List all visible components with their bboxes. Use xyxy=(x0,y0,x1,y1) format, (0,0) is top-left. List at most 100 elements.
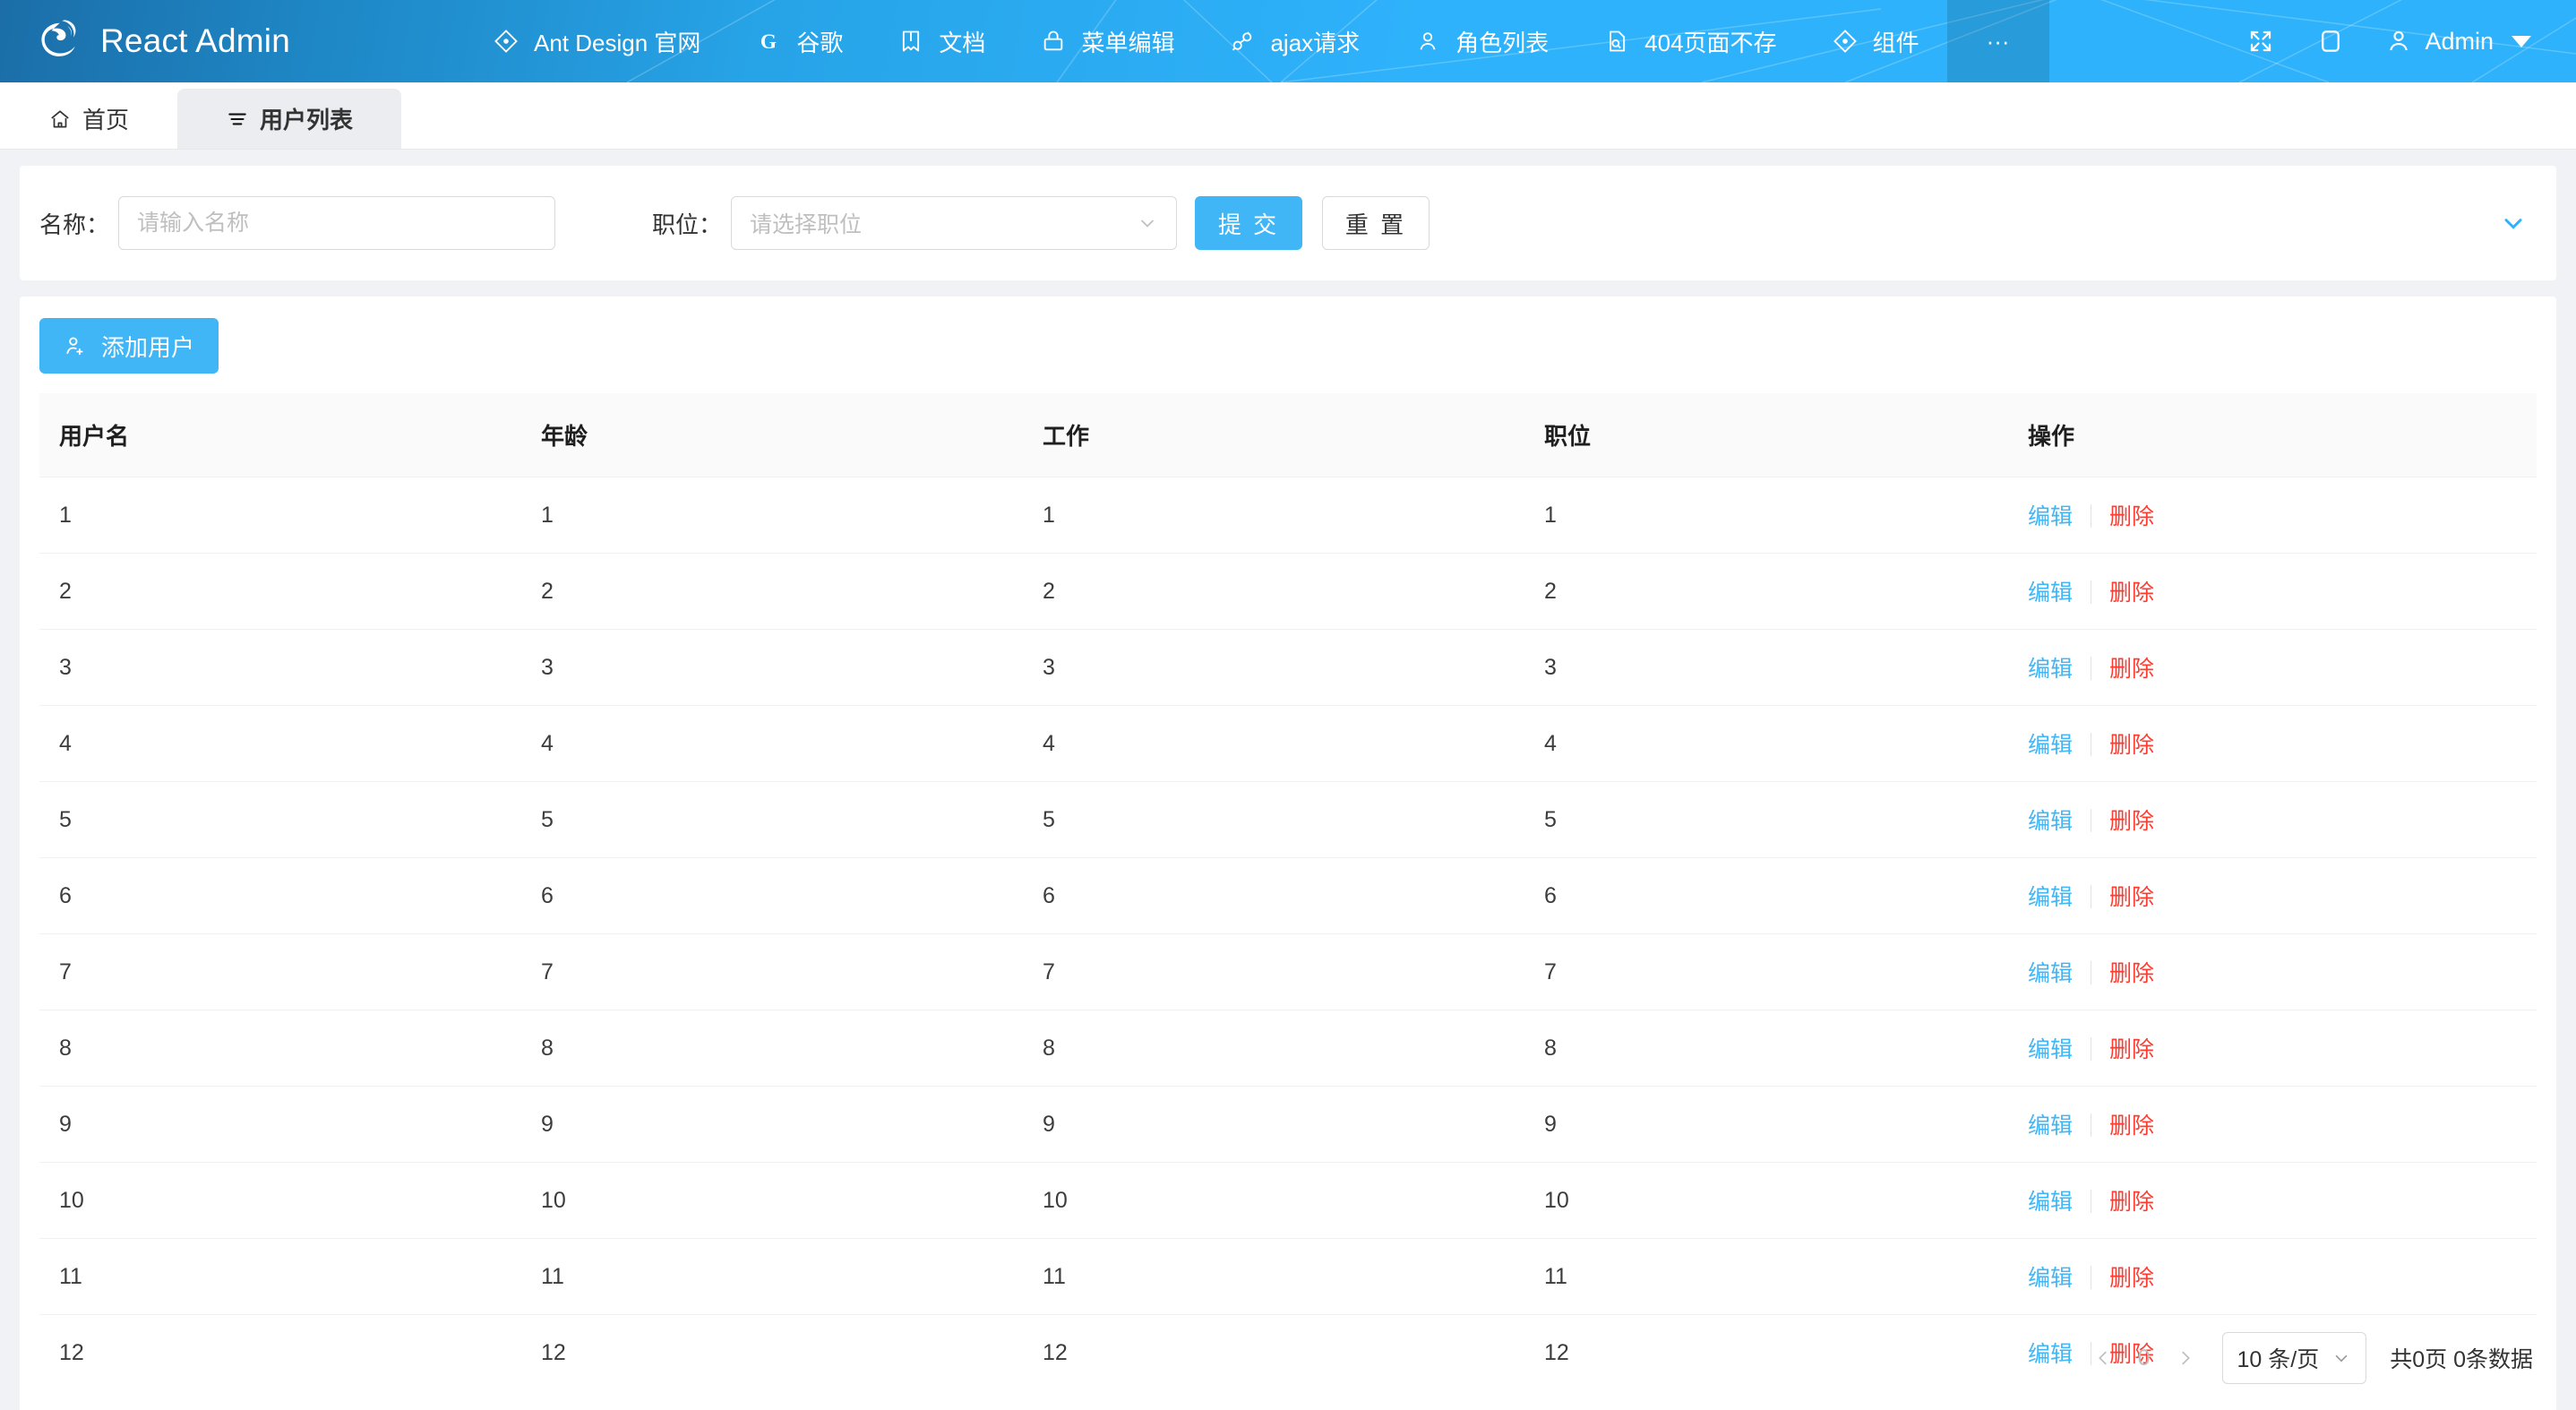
table-row: 4444编辑删除 xyxy=(39,706,2537,782)
job-select-value: 请选择职位 xyxy=(750,207,862,239)
nav-item-404[interactable]: 404页面不存 xyxy=(1576,0,1804,82)
delete-link[interactable]: 删除 xyxy=(2109,961,2154,986)
job-select[interactable]: 请选择职位 xyxy=(731,196,1177,250)
table-header-grid: 用户名 年龄 工作 职位 操作 xyxy=(39,393,2537,477)
add-user-label: 添加用户 xyxy=(101,330,194,363)
cell-username: 6 xyxy=(39,858,541,934)
filter-collapse-toggle[interactable] xyxy=(2499,209,2528,237)
nav-label: 菜单编辑 xyxy=(1081,25,1174,58)
delete-link[interactable]: 删除 xyxy=(2109,1190,2154,1215)
edit-link[interactable]: 编辑 xyxy=(2028,961,2073,986)
cell-job: 3 xyxy=(1043,630,1544,706)
cell-username: 2 xyxy=(39,554,541,630)
name-input[interactable] xyxy=(118,196,555,250)
pagination-total-text: 共0页 0条数据 xyxy=(2390,1342,2533,1374)
edit-link[interactable]: 编辑 xyxy=(2028,733,2073,758)
edit-link[interactable]: 编辑 xyxy=(2028,1266,2073,1291)
top-header: React Admin Ant Design 官网 G 谷歌 文档 菜单编辑 xyxy=(0,0,2576,82)
google-icon: G xyxy=(756,29,781,54)
nav-label: 文档 xyxy=(939,25,985,58)
edit-link[interactable]: 编辑 xyxy=(2028,1037,2073,1062)
delete-link[interactable]: 删除 xyxy=(2109,733,2154,758)
header-right-actions: Admin xyxy=(2226,0,2576,82)
delete-link[interactable]: 删除 xyxy=(2109,1037,2154,1062)
delete-link[interactable]: 删除 xyxy=(2109,580,2154,606)
cell-age: 5 xyxy=(541,782,1043,858)
nav-item-more[interactable]: ··· xyxy=(1947,0,2049,82)
delete-link[interactable]: 删除 xyxy=(2109,885,2154,910)
avatar-icon xyxy=(2385,28,2412,55)
cell-position: 2 xyxy=(1544,554,2028,630)
cell-position: 1 xyxy=(1544,477,2028,554)
cell-position: 8 xyxy=(1544,1010,2028,1087)
cell-job: 2 xyxy=(1043,554,1544,630)
nav-item-role-list[interactable]: 角色列表 xyxy=(1387,0,1576,82)
main-nav: Ant Design 官网 G 谷歌 文档 菜单编辑 ajax请求 xyxy=(466,0,2226,82)
nav-item-google[interactable]: G 谷歌 xyxy=(728,0,871,82)
cell-username: 1 xyxy=(39,477,541,554)
cell-username: 8 xyxy=(39,1010,541,1087)
column-header-position: 职位 xyxy=(1544,393,2028,477)
nav-item-ant-design[interactable]: Ant Design 官网 xyxy=(466,0,728,82)
edit-link[interactable]: 编辑 xyxy=(2028,1190,2073,1215)
table-row: 6666编辑删除 xyxy=(39,858,2537,934)
cell-username: 10 xyxy=(39,1163,541,1239)
table-row: 9999编辑删除 xyxy=(39,1087,2537,1163)
pagination-next-button[interactable] xyxy=(2165,1337,2206,1379)
page-size-select[interactable]: 10 条/页 xyxy=(2222,1332,2367,1384)
pagination-prev-button[interactable] xyxy=(2082,1337,2124,1379)
edit-link[interactable]: 编辑 xyxy=(2028,885,2073,910)
cell-actions: 编辑 删除 xyxy=(2028,934,2537,1010)
tab-user-list[interactable]: 用户列表 xyxy=(177,89,401,149)
cell-job: 7 xyxy=(1043,934,1544,1010)
reset-button[interactable]: 重 置 xyxy=(1322,196,1430,250)
user-menu[interactable]: Admin xyxy=(2366,0,2546,82)
edit-link[interactable]: 编辑 xyxy=(2028,1113,2073,1139)
delete-link[interactable]: 删除 xyxy=(2109,657,2154,682)
cell-actions: 编辑 删除 xyxy=(2028,706,2537,782)
cell-age: 9 xyxy=(541,1087,1043,1163)
delete-link[interactable]: 删除 xyxy=(2109,809,2154,834)
user-table-panel: 添加用户 用户名 年龄 工作 职位 操作 1111编辑删除2222编辑 xyxy=(20,297,2556,1410)
tab-home[interactable]: 首页 xyxy=(0,89,177,149)
brand[interactable]: React Admin xyxy=(0,17,466,65)
nav-label: 角色列表 xyxy=(1455,25,1549,58)
name-label: 名称： xyxy=(39,207,109,240)
cell-job: 12 xyxy=(1043,1315,1544,1374)
cell-actions: 编辑 删除 xyxy=(2028,858,2537,934)
job-label: 职位： xyxy=(652,207,722,240)
nav-label: ajax请求 xyxy=(1270,25,1360,58)
field-name: 名称： xyxy=(39,196,555,250)
pagination-current-page[interactable]: 0 xyxy=(2124,1346,2165,1371)
edit-link[interactable]: 编辑 xyxy=(2028,657,2073,682)
nav-item-ajax[interactable]: ajax请求 xyxy=(1202,0,1387,82)
cell-position: 9 xyxy=(1544,1087,2028,1163)
cell-actions: 编辑 删除 xyxy=(2028,1239,2537,1315)
edit-link[interactable]: 编辑 xyxy=(2028,809,2073,834)
nav-item-docs[interactable]: 文档 xyxy=(871,0,1013,82)
edit-link[interactable]: 编辑 xyxy=(2028,504,2073,529)
chevron-down-icon xyxy=(2499,209,2528,237)
delete-link[interactable]: 删除 xyxy=(2109,504,2154,529)
theme-button[interactable] xyxy=(2296,0,2366,82)
edit-link[interactable]: 编辑 xyxy=(2028,1342,2073,1367)
chevron-right-icon xyxy=(2176,1348,2195,1368)
table-row: 3333编辑删除 xyxy=(39,630,2537,706)
table-scroll-area[interactable]: 1111编辑删除2222编辑删除3333编辑删除4444编辑删除5555编辑删除… xyxy=(39,477,2537,1373)
cell-age: 2 xyxy=(541,554,1043,630)
delete-link[interactable]: 删除 xyxy=(2109,1113,2154,1139)
add-user-button[interactable]: 添加用户 xyxy=(39,318,219,374)
nav-item-menu-edit[interactable]: 菜单编辑 xyxy=(1013,0,1202,82)
cell-position: 5 xyxy=(1544,782,2028,858)
nav-item-components[interactable]: 组件 xyxy=(1805,0,1947,82)
delete-link[interactable]: 删除 xyxy=(2109,1266,2154,1291)
cell-age: 7 xyxy=(541,934,1043,1010)
table-row: 7777编辑删除 xyxy=(39,934,2537,1010)
table-row: 2222编辑删除 xyxy=(39,554,2537,630)
cell-job: 8 xyxy=(1043,1010,1544,1087)
submit-button[interactable]: 提 交 xyxy=(1195,196,1302,250)
cell-username: 9 xyxy=(39,1087,541,1163)
edit-link[interactable]: 编辑 xyxy=(2028,580,2073,606)
fullscreen-button[interactable] xyxy=(2226,0,2296,82)
page-size-value: 10 条/页 xyxy=(2237,1342,2320,1374)
